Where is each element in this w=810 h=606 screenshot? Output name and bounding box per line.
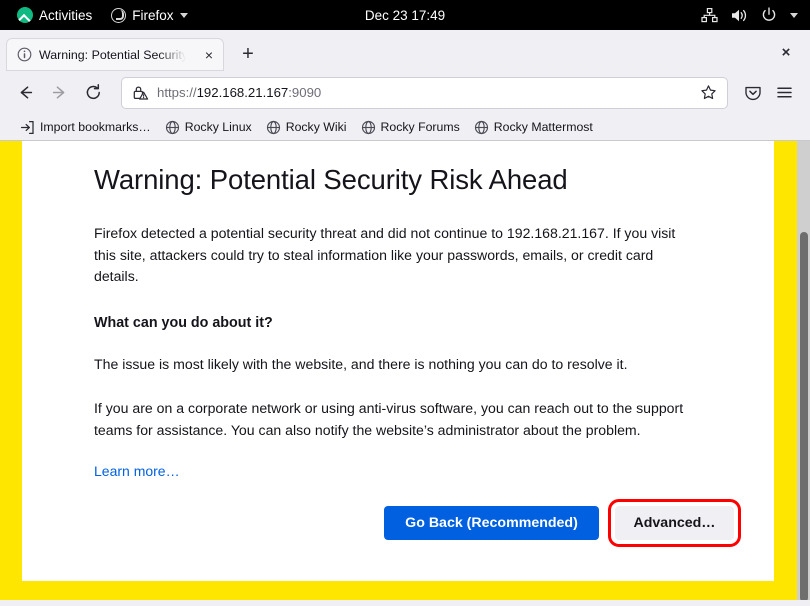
advanced-button[interactable]: Advanced… — [608, 499, 741, 548]
reload-button[interactable] — [77, 77, 110, 109]
bookmark-label: Rocky Linux — [184, 120, 252, 134]
network-icon[interactable] — [701, 7, 718, 23]
star-icon[interactable] — [695, 80, 721, 106]
firefox-icon — [111, 7, 127, 23]
bookmark-rocky-forums[interactable]: Rocky Forums — [354, 117, 467, 138]
error-paragraph-3: If you are on a corporate network or usi… — [94, 400, 684, 438]
tab-close-icon[interactable]: × — [199, 45, 219, 65]
chevron-down-icon — [179, 12, 188, 18]
scrollbar-thumb[interactable] — [799, 232, 808, 602]
tab-security-warning[interactable]: Warning: Potential Security Risk Ahead × — [6, 38, 224, 71]
tab-title: Warning: Potential Security Risk Ahead — [39, 47, 192, 62]
error-paragraph-1: Firefox detected a potential security th… — [94, 225, 676, 285]
url-port: :9090 — [288, 85, 322, 100]
error-paragraph-2: The issue is most likely with the websit… — [94, 355, 628, 372]
firefox-app-menu[interactable]: Firefox — [103, 5, 195, 26]
info-circle-icon — [17, 47, 32, 62]
navigation-toolbar: https://192.168.21.167:9090 — [0, 71, 810, 114]
bookmark-rocky-mattermost[interactable]: Rocky Mattermost — [467, 117, 600, 138]
error-button-row: Go Back (Recommended) Advanced… — [94, 499, 741, 548]
topbar-left-group: Activities Firefox — [0, 4, 196, 26]
bookmark-label: Rocky Forums — [380, 120, 460, 134]
content-viewport: Warning: Potential Security Risk Ahead F… — [0, 140, 810, 606]
error-page-content: Warning: Potential Security Risk Ahead F… — [94, 163, 741, 548]
page-title: Warning: Potential Security Risk Ahead — [94, 164, 568, 195]
window-close-button[interactable]: × — [775, 41, 797, 63]
pocket-icon[interactable] — [737, 77, 768, 108]
activities-label: Activities — [39, 7, 93, 23]
learn-more-link[interactable]: Learn more… — [94, 463, 180, 479]
bookmark-rocky-wiki[interactable]: Rocky Wiki — [259, 117, 354, 138]
url-text[interactable]: https://192.168.21.167:9090 — [157, 85, 687, 100]
activities-button[interactable]: Activities — [9, 4, 100, 26]
bookmark-label: Rocky Mattermost — [493, 120, 593, 134]
forward-button[interactable] — [43, 77, 76, 109]
page-scrollbar[interactable] — [797, 141, 810, 606]
firefox-window: Warning: Potential Security Risk Ahead ×… — [0, 30, 810, 606]
volume-icon[interactable] — [731, 8, 748, 23]
gnome-top-bar: Activities Firefox Dec 23 17:49 — [0, 0, 810, 30]
window-bottom-edge — [0, 600, 810, 606]
broken-lock-warning-icon[interactable] — [132, 84, 149, 101]
back-button[interactable] — [9, 77, 42, 109]
power-icon[interactable] — [761, 7, 777, 23]
system-menu-chevron-down-icon[interactable] — [790, 12, 798, 18]
firefox-app-label: Firefox — [132, 7, 174, 23]
globe-icon — [474, 120, 489, 135]
topbar-status-group[interactable] — [701, 7, 810, 23]
new-tab-button[interactable]: + — [233, 39, 263, 69]
bookmark-label: Import bookmarks… — [40, 120, 151, 134]
go-back-button[interactable]: Go Back (Recommended) — [384, 506, 599, 541]
hamburger-menu-icon[interactable] — [769, 77, 800, 108]
bookmarks-toolbar: Import bookmarks… Rocky Linux Rocky Wiki… — [0, 114, 810, 140]
bookmark-rocky-linux[interactable]: Rocky Linux — [158, 117, 259, 138]
globe-icon — [361, 120, 376, 135]
globe-icon — [165, 120, 180, 135]
bookmark-label: Rocky Wiki — [285, 120, 347, 134]
url-bar[interactable]: https://192.168.21.167:9090 — [121, 76, 728, 109]
url-scheme: https:// — [157, 85, 197, 100]
import-icon — [20, 120, 35, 135]
tab-strip: Warning: Potential Security Risk Ahead ×… — [0, 30, 810, 71]
rocky-linux-logo-icon — [17, 7, 33, 23]
error-subheading: What can you do about it? — [94, 314, 273, 331]
globe-icon — [266, 120, 281, 135]
error-page-card: Warning: Potential Security Risk Ahead F… — [22, 141, 774, 581]
bookmark-import[interactable]: Import bookmarks… — [13, 117, 158, 138]
url-host: 192.168.21.167 — [196, 85, 289, 100]
